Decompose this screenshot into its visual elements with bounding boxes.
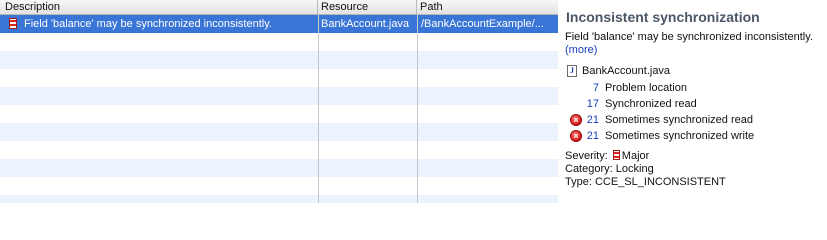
error-icon: × <box>570 114 582 126</box>
major-severity-icon <box>612 150 620 160</box>
cell-description: Field 'balance' may be synchronized inco… <box>24 18 272 30</box>
details-message-text: Field 'balance' may be synchronized inco… <box>565 31 813 43</box>
empty-row <box>0 177 558 195</box>
location-row[interactable]: × 21 Sometimes synchronized write <box>558 128 827 144</box>
severity-value: Major <box>621 150 650 162</box>
severity-label: Severity: <box>565 150 608 162</box>
location-label: Sometimes synchronized read <box>605 114 753 126</box>
cell-path: /BankAccountExample/... <box>421 18 544 30</box>
type-label: Type: <box>565 176 592 188</box>
location-label: Problem location <box>605 82 687 94</box>
table-row[interactable]: Field 'balance' may be synchronized inco… <box>0 15 558 33</box>
location-line[interactable]: 17 <box>587 96 599 112</box>
type-info: Type: CCE_SL_INCONSISTENT <box>565 176 726 189</box>
table-header: Description Resource Path <box>0 0 558 15</box>
empty-row <box>0 195 558 203</box>
table-body: Field 'balance' may be synchronized inco… <box>0 15 558 203</box>
java-file-icon: J <box>567 65 577 77</box>
location-row[interactable]: 17 Synchronized read <box>558 96 827 112</box>
file-name[interactable]: BankAccount.java <box>582 65 670 78</box>
problem-details-panel: Inconsistent synchronization Field 'bala… <box>558 0 827 203</box>
details-message: Field 'balance' may be synchronized inco… <box>565 31 820 57</box>
location-row[interactable]: 7 Problem location <box>558 80 827 96</box>
column-divider <box>417 15 418 203</box>
column-header-resource[interactable]: Resource <box>318 0 417 15</box>
major-severity-icon <box>9 18 17 29</box>
empty-row <box>0 105 558 123</box>
empty-row <box>0 33 558 51</box>
empty-row <box>0 123 558 141</box>
empty-row <box>0 51 558 69</box>
severity-info: Severity: Major <box>565 150 649 163</box>
category-value: Locking <box>615 163 654 175</box>
location-label: Synchronized read <box>605 98 697 110</box>
location-line[interactable]: 7 <box>593 80 599 96</box>
location-label: Sometimes synchronized write <box>605 130 755 142</box>
empty-row <box>0 69 558 87</box>
column-header-path[interactable]: Path <box>417 0 558 15</box>
details-title: Inconsistent synchronization <box>566 9 760 25</box>
category-info: Category: Locking <box>565 163 654 176</box>
location-line[interactable]: 21 <box>587 128 599 144</box>
problems-table: Description Resource Path Field 'balance… <box>0 0 558 203</box>
category-label: Category: <box>565 163 613 175</box>
cell-resource: BankAccount.java <box>321 18 410 30</box>
column-header-description[interactable]: Description <box>0 0 318 15</box>
location-row[interactable]: × 21 Sometimes synchronized read <box>558 112 827 128</box>
empty-row <box>0 141 558 159</box>
empty-row <box>0 159 558 177</box>
column-divider <box>318 15 319 203</box>
empty-row <box>0 87 558 105</box>
location-line[interactable]: 21 <box>587 112 599 128</box>
more-link[interactable]: (more) <box>565 44 597 56</box>
error-icon: × <box>570 130 582 142</box>
type-value: CCE_SL_INCONSISTENT <box>594 176 726 188</box>
